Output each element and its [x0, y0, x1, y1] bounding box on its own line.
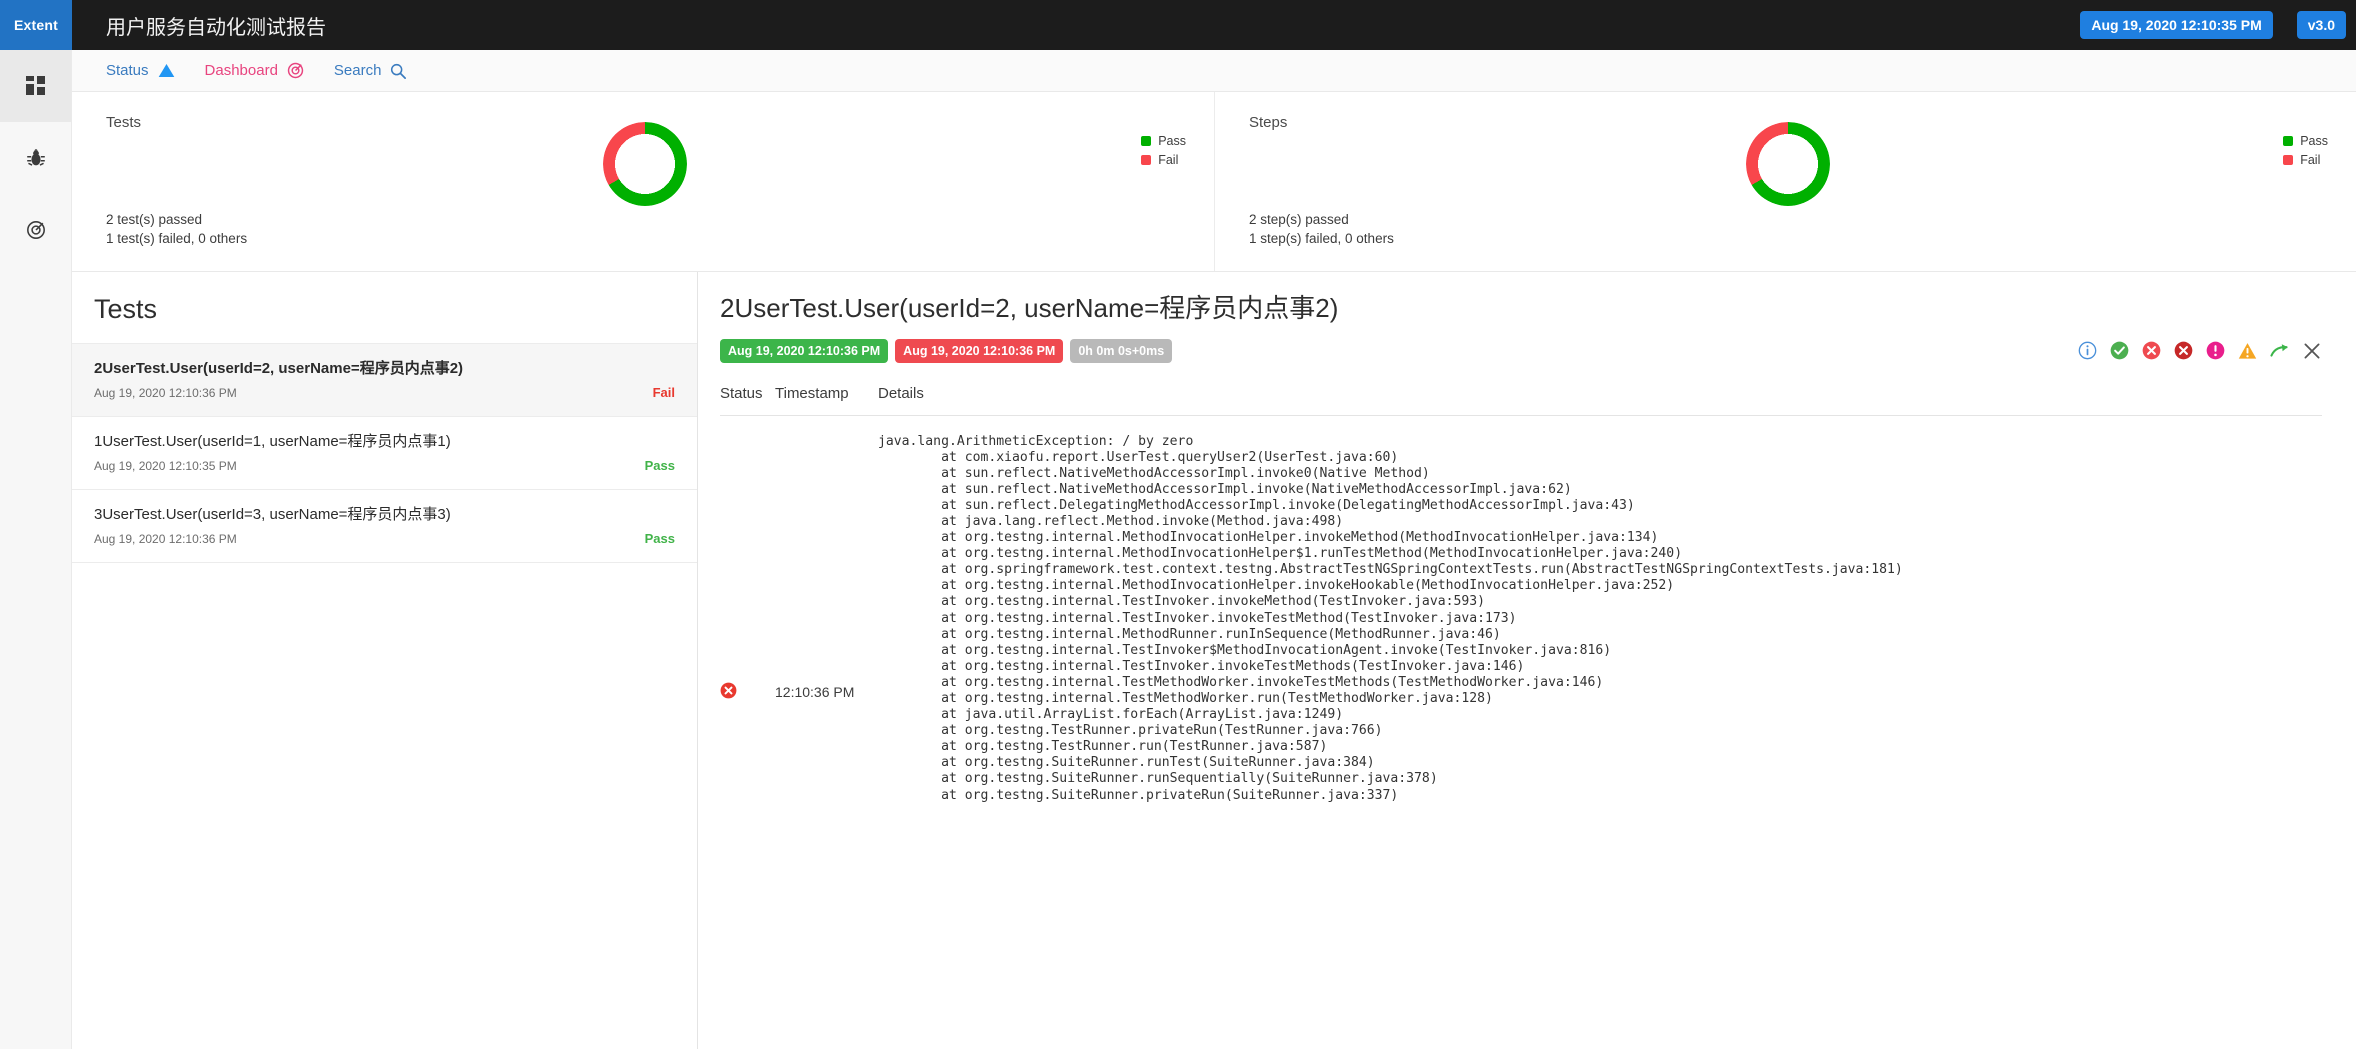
extent-report-app: Extent 用户服务自动化测试报告 Aug 19, 2020 12:10:35…	[0, 0, 2356, 1049]
end-time-chip: Aug 19, 2020 12:10:36 PM	[895, 338, 1064, 363]
tab-search[interactable]: Search	[334, 62, 407, 79]
nav-tabs: Status Dashboard Search	[72, 50, 2356, 92]
start-time-chip: Aug 19, 2020 12:10:36 PM	[720, 338, 889, 363]
status-badge: Fail	[652, 385, 675, 400]
log-row-status	[720, 434, 775, 804]
legend-pass-label: Pass	[1158, 134, 1186, 148]
log-row-timestamp: 12:10:36 PM	[775, 683, 855, 700]
x-circle-dark-icon[interactable]	[2173, 340, 2194, 361]
log-table: Status Timestamp Details 12:10:36 PM jav…	[720, 385, 2322, 1049]
triangle-icon	[158, 63, 175, 78]
page-title: 用户服务自动化测试报告	[106, 16, 326, 39]
brand-logo[interactable]: Extent	[0, 0, 72, 50]
body: Status Dashboard Search Tests Pass Fail …	[0, 50, 2356, 1049]
test-item-time: Aug 19, 2020 12:10:36 PM	[94, 532, 237, 546]
status-badge: Pass	[644, 531, 675, 546]
steps-passed-text: 2 step(s) passed	[1249, 211, 1349, 227]
detail-title: 2UserTest.User(userId=2, userName=程序员内点事…	[720, 293, 1339, 323]
table-row: 12:10:36 PM java.lang.ArithmeticExceptio…	[720, 416, 2322, 804]
legend-fail: Fail	[1141, 151, 1186, 170]
tab-dashboard[interactable]: Dashboard	[205, 62, 304, 79]
test-list-panel: Tests 2UserTest.User(userId=2, userName=…	[72, 272, 698, 1049]
status-badge: Pass	[644, 458, 675, 473]
close-icon[interactable]	[2301, 340, 2322, 361]
tab-search-label: Search	[333, 62, 382, 79]
steps-chart-legend: Pass Fail	[2283, 132, 2328, 170]
test-detail-panel: 2UserTest.User(userId=2, userName=程序员内点事…	[698, 272, 2356, 1049]
top-bar: Extent 用户服务自动化测试报告 Aug 19, 2020 12:10:35…	[0, 0, 2356, 50]
log-row-details: java.lang.ArithmeticException: / by zero…	[878, 434, 2322, 804]
tests-card-footer: 2 test(s) passed 1 test(s) failed, 0 oth…	[106, 210, 247, 249]
test-list-heading: Tests	[94, 294, 158, 324]
check-circle-icon[interactable]	[2109, 340, 2130, 361]
exclamation-circle-icon[interactable]	[2205, 340, 2226, 361]
x-circle-icon[interactable]	[2141, 340, 2162, 361]
detail-status-icon-bar	[2077, 340, 2322, 361]
legend-fail-swatch	[1141, 155, 1152, 166]
tab-status-label: Status	[106, 62, 149, 79]
steps-summary-card: Steps Pass Fail 2 step(s) passed 1 step(…	[1214, 92, 2356, 271]
tests-donut-chart	[603, 122, 687, 206]
steps-failed-text: 1 step(s) failed, 0 others	[1249, 231, 1394, 247]
tests-failed-text: 1 test(s) failed, 0 others	[106, 231, 248, 247]
detail-chip-row: Aug 19, 2020 12:10:36 PM Aug 19, 2020 12…	[720, 338, 2322, 363]
column-header-details: Details	[878, 384, 924, 402]
test-item-time: Aug 19, 2020 12:10:35 PM	[94, 459, 237, 473]
log-table-header: Status Timestamp Details	[720, 385, 2322, 416]
tab-dashboard-label: Dashboard	[204, 62, 278, 79]
report-timestamp-badge: Aug 19, 2020 12:10:35 PM	[2080, 11, 2273, 39]
list-item[interactable]: 1UserTest.User(userId=1, userName=程序员内点事…	[72, 416, 697, 489]
column-header-status: Status	[720, 384, 763, 402]
sidebar-item-categories[interactable]	[0, 194, 71, 266]
test-item-time: Aug 19, 2020 12:10:36 PM	[94, 386, 237, 400]
search-icon	[390, 63, 407, 79]
legend-pass: Pass	[2283, 132, 2328, 151]
legend-pass-swatch	[1141, 136, 1152, 147]
content-column: Status Dashboard Search Tests Pass Fail …	[72, 50, 2356, 1049]
sidebar-item-dashboard[interactable]	[0, 50, 71, 122]
legend-fail-swatch	[2283, 155, 2294, 166]
legend-fail-label: Fail	[1158, 152, 1179, 167]
x-circle-icon	[720, 682, 737, 699]
tests-passed-text: 2 test(s) passed	[106, 211, 203, 227]
grid-icon	[25, 76, 46, 96]
legend-pass: Pass	[1141, 132, 1186, 151]
sidebar-rail	[0, 50, 72, 1049]
bug-icon	[26, 148, 46, 168]
tests-donut	[603, 122, 687, 206]
target-icon	[287, 62, 304, 79]
legend-fail: Fail	[2283, 151, 2328, 170]
version-badge: v3.0	[2296, 11, 2346, 39]
test-list-empty-space	[72, 562, 697, 1049]
legend-fail-label: Fail	[2300, 152, 2321, 167]
warning-triangle-icon[interactable]	[2237, 340, 2258, 361]
sidebar-item-tests[interactable]	[0, 122, 71, 194]
test-item-name: 3UserTest.User(userId=3, userName=程序员内点事…	[94, 506, 451, 523]
legend-pass-swatch	[2283, 136, 2294, 147]
top-bar-right: Aug 19, 2020 12:10:35 PM v3.0	[2080, 0, 2356, 50]
tab-status[interactable]: Status	[106, 62, 175, 79]
target-icon	[26, 220, 46, 240]
stack-trace: java.lang.ArithmeticException: / by zero…	[878, 433, 1903, 803]
column-header-timestamp: Timestamp	[775, 384, 849, 402]
legend-pass-label: Pass	[2300, 134, 2328, 148]
list-item[interactable]: 2UserTest.User(userId=2, userName=程序员内点事…	[72, 343, 697, 416]
tests-chart-legend: Pass Fail	[1141, 132, 1186, 170]
skip-arrow-icon[interactable]	[2269, 340, 2290, 361]
steps-card-footer: 2 step(s) passed 1 step(s) failed, 0 oth…	[1249, 210, 1394, 249]
tests-summary-card: Tests Pass Fail 2 test(s) passed 1 test(…	[72, 92, 1214, 271]
test-item-name: 1UserTest.User(userId=1, userName=程序员内点事…	[94, 433, 451, 450]
test-item-name: 2UserTest.User(userId=2, userName=程序员内点事…	[94, 360, 464, 377]
main-split: Tests 2UserTest.User(userId=2, userName=…	[72, 272, 2356, 1049]
info-icon[interactable]	[2077, 340, 2098, 361]
steps-donut	[1745, 122, 1830, 206]
steps-donut-chart	[1745, 122, 1830, 206]
duration-chip: 0h 0m 0s+0ms	[1070, 338, 1173, 363]
summary-strip: Tests Pass Fail 2 test(s) passed 1 test(…	[72, 92, 2356, 272]
list-item[interactable]: 3UserTest.User(userId=3, userName=程序员内点事…	[72, 489, 697, 562]
